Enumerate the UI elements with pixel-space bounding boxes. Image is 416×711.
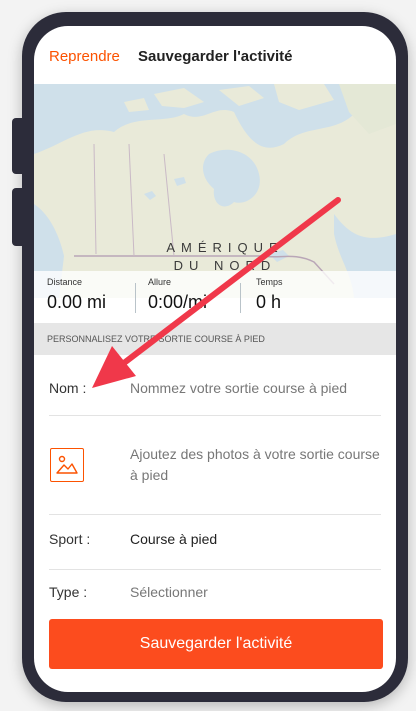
stat-distance: Distance 0.00 mi [47,277,106,313]
image-icon[interactable] [50,448,84,482]
type-row[interactable]: Type : Sélectionner [34,570,396,610]
sport-label: Sport : [49,531,91,547]
phone-side-button [12,118,26,174]
save-activity-button[interactable]: Sauvegarder l'activité [49,619,383,669]
name-input[interactable]: Nommez votre sortie course à pied [130,380,347,396]
stat-value: 0:00/mi [148,292,208,312]
stat-label: Temps [256,277,283,287]
stat-pace: Allure 0:00/mi [148,277,207,313]
resume-button[interactable]: Reprendre [49,48,120,65]
stat-value: 0.00 mi [47,292,107,312]
stat-value: 0 h [256,292,282,312]
sport-row[interactable]: Sport : Course à pied [34,515,396,569]
stat-label: Distance [47,277,83,287]
section-header-text: PERSONNALISEZ VOTRE SORTIE COURSE À PIED [47,334,265,344]
phone-side-button [12,188,26,246]
stats-panel: Distance 0.00 mi Allure 0:00/mi Temps 0 … [34,271,396,321]
activity-map[interactable]: AMÉRIQUE DU NORD [34,84,396,298]
add-photos-label[interactable]: Ajoutez des photos à votre sortie course… [130,444,380,486]
name-row[interactable]: Nom : Nommez votre sortie course à pied [34,356,396,414]
map-region-label: AMÉRIQUE [166,240,284,255]
page-title: Sauvegarder l'activité [138,48,293,65]
add-photos-row[interactable]: Ajoutez des photos à votre sortie course… [34,416,396,514]
name-label: Nom : [49,380,87,396]
section-header: PERSONNALISEZ VOTRE SORTIE COURSE À PIED [34,323,396,355]
type-label: Type : [49,584,88,600]
sport-select[interactable]: Course à pied [130,531,217,547]
top-bar: Reprendre Sauvegarder l'activité [34,26,396,84]
type-select[interactable]: Sélectionner [130,584,208,600]
stat-label: Allure [148,277,172,287]
divider [135,283,136,313]
divider [240,283,241,313]
stat-time: Temps 0 h [256,277,283,313]
app-screen: Reprendre Sauvegarder l'activité AMÉRIQU… [34,26,396,692]
